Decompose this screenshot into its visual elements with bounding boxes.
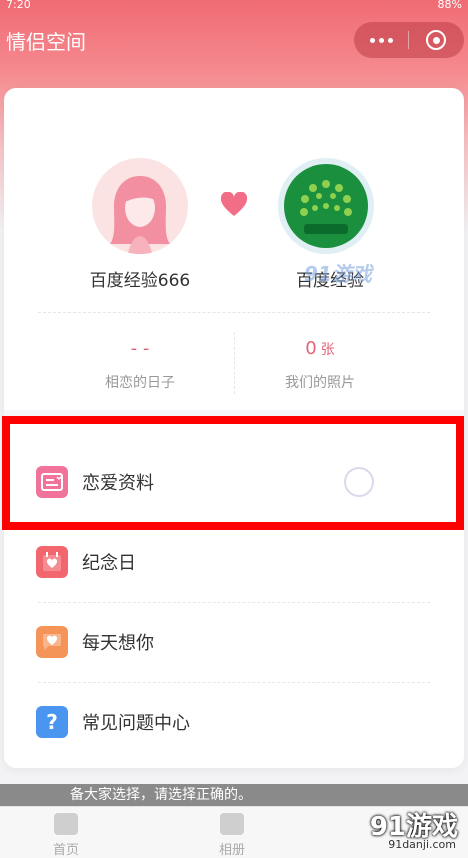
notice-bar: 备大家选择，请选择正确的。: [0, 784, 468, 806]
miniprogram-capsule: [354, 22, 464, 58]
menu-item-label: 纪念日: [82, 553, 136, 574]
home-icon: [54, 813, 78, 835]
more-menu-button[interactable]: [354, 22, 408, 58]
menu-item-anniversary[interactable]: 纪念日: [4, 522, 464, 602]
more-dot-icon: [369, 37, 375, 43]
status-battery: 88%: [437, 0, 462, 10]
tab-label: 相册: [218, 843, 245, 858]
divider: [38, 312, 430, 313]
avatar-left[interactable]: [92, 158, 188, 254]
menu-item-faq-center[interactable]: ? 常见问题中心: [4, 682, 464, 762]
more-dot-icon: [378, 37, 384, 43]
status-time: 7:20: [6, 0, 31, 10]
site-watermark-url: 91danji.com: [388, 838, 456, 851]
close-circle-icon: [426, 30, 446, 50]
menu-item-label: 常见问题中心: [82, 713, 190, 734]
status-bar: 7:20 88%: [0, 0, 468, 10]
watermark-logo: 91游戏: [304, 262, 372, 286]
more-dot-icon: [387, 37, 393, 43]
close-miniprogram-button[interactable]: [409, 22, 463, 58]
chat-heart-icon: [36, 626, 68, 658]
menu-item-miss-you-daily[interactable]: 每天想你: [4, 602, 464, 682]
days-together-value: - -: [130, 338, 150, 359]
album-icon: [220, 813, 244, 835]
avatar-right[interactable]: [278, 158, 374, 254]
question-icon: ?: [36, 706, 68, 738]
baidu-logo-icon: [284, 164, 368, 248]
calendar-heart-icon: [36, 546, 68, 578]
days-together-label: 相恋的日子: [105, 375, 175, 391]
girl-avatar-icon: [110, 176, 170, 254]
tab-label: 首页: [52, 843, 79, 858]
menu-item-label: 每天想你: [82, 633, 154, 654]
partner-left-name: 百度经验666: [89, 271, 191, 291]
highlight-annotation: [2, 416, 464, 530]
heart-icon: [220, 192, 248, 216]
tab-home[interactable]: 首页: [26, 813, 106, 858]
tab-album[interactable]: 相册: [192, 813, 272, 858]
photos-count-value[interactable]: 0张: [230, 338, 410, 359]
page-title: 情侣空间: [6, 30, 86, 54]
photos-count-label: 我们的照片: [285, 375, 355, 391]
